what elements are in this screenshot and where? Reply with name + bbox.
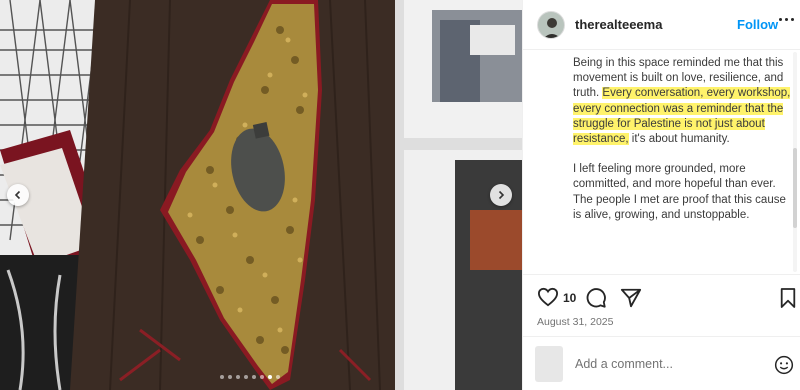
post-caption: Being in this space reminded me that thi…: [573, 56, 791, 272]
bookmark-icon[interactable]: [779, 287, 797, 309]
caption-scrollbar[interactable]: [793, 52, 797, 272]
avatar[interactable]: [537, 10, 565, 39]
slide-dot: [244, 375, 248, 379]
slide-dot-active: [268, 375, 272, 379]
post-date[interactable]: August 31, 2025: [537, 316, 613, 328]
post-sidebar: therealteeema Follow Being in this space…: [522, 0, 800, 390]
next-slide-button[interactable]: [490, 184, 512, 206]
caption-paragraph-2: I left feeling more grounded, more commi…: [573, 163, 786, 221]
caption-text: it's about humanity.: [628, 133, 730, 146]
post-actions: 10: [523, 274, 800, 320]
more-options-icon[interactable]: [779, 18, 794, 21]
chevron-right-icon: [498, 190, 505, 200]
slide-dot: [220, 375, 224, 379]
smiley-icon[interactable]: [774, 355, 794, 375]
comment-bar: [523, 336, 800, 390]
follow-button[interactable]: Follow: [737, 17, 778, 32]
send-icon[interactable]: [620, 287, 642, 309]
slide-dot: [260, 375, 264, 379]
caption-paragraph-1: Being in this space reminded me that thi…: [573, 56, 791, 147]
commenter-avatar: [535, 346, 563, 382]
comment-input[interactable]: [575, 355, 745, 373]
profile-picture: [538, 11, 564, 38]
slide-dot: [236, 375, 240, 379]
scrollbar-thumb[interactable]: [793, 148, 797, 228]
slide-dot: [228, 375, 232, 379]
post-header: therealteeema Follow: [523, 0, 800, 50]
previous-slide-button[interactable]: [7, 184, 29, 206]
username[interactable]: therealteeema: [575, 17, 662, 32]
heart-icon[interactable]: [537, 287, 559, 307]
post-photo: [0, 0, 522, 390]
comment-icon[interactable]: [585, 287, 607, 309]
slide-dot: [276, 375, 280, 379]
slide-dot: [252, 375, 256, 379]
like-count[interactable]: 10: [563, 291, 576, 305]
slide-indicator: [220, 375, 280, 379]
chevron-left-icon: [14, 190, 21, 200]
post-media[interactable]: [0, 0, 522, 390]
